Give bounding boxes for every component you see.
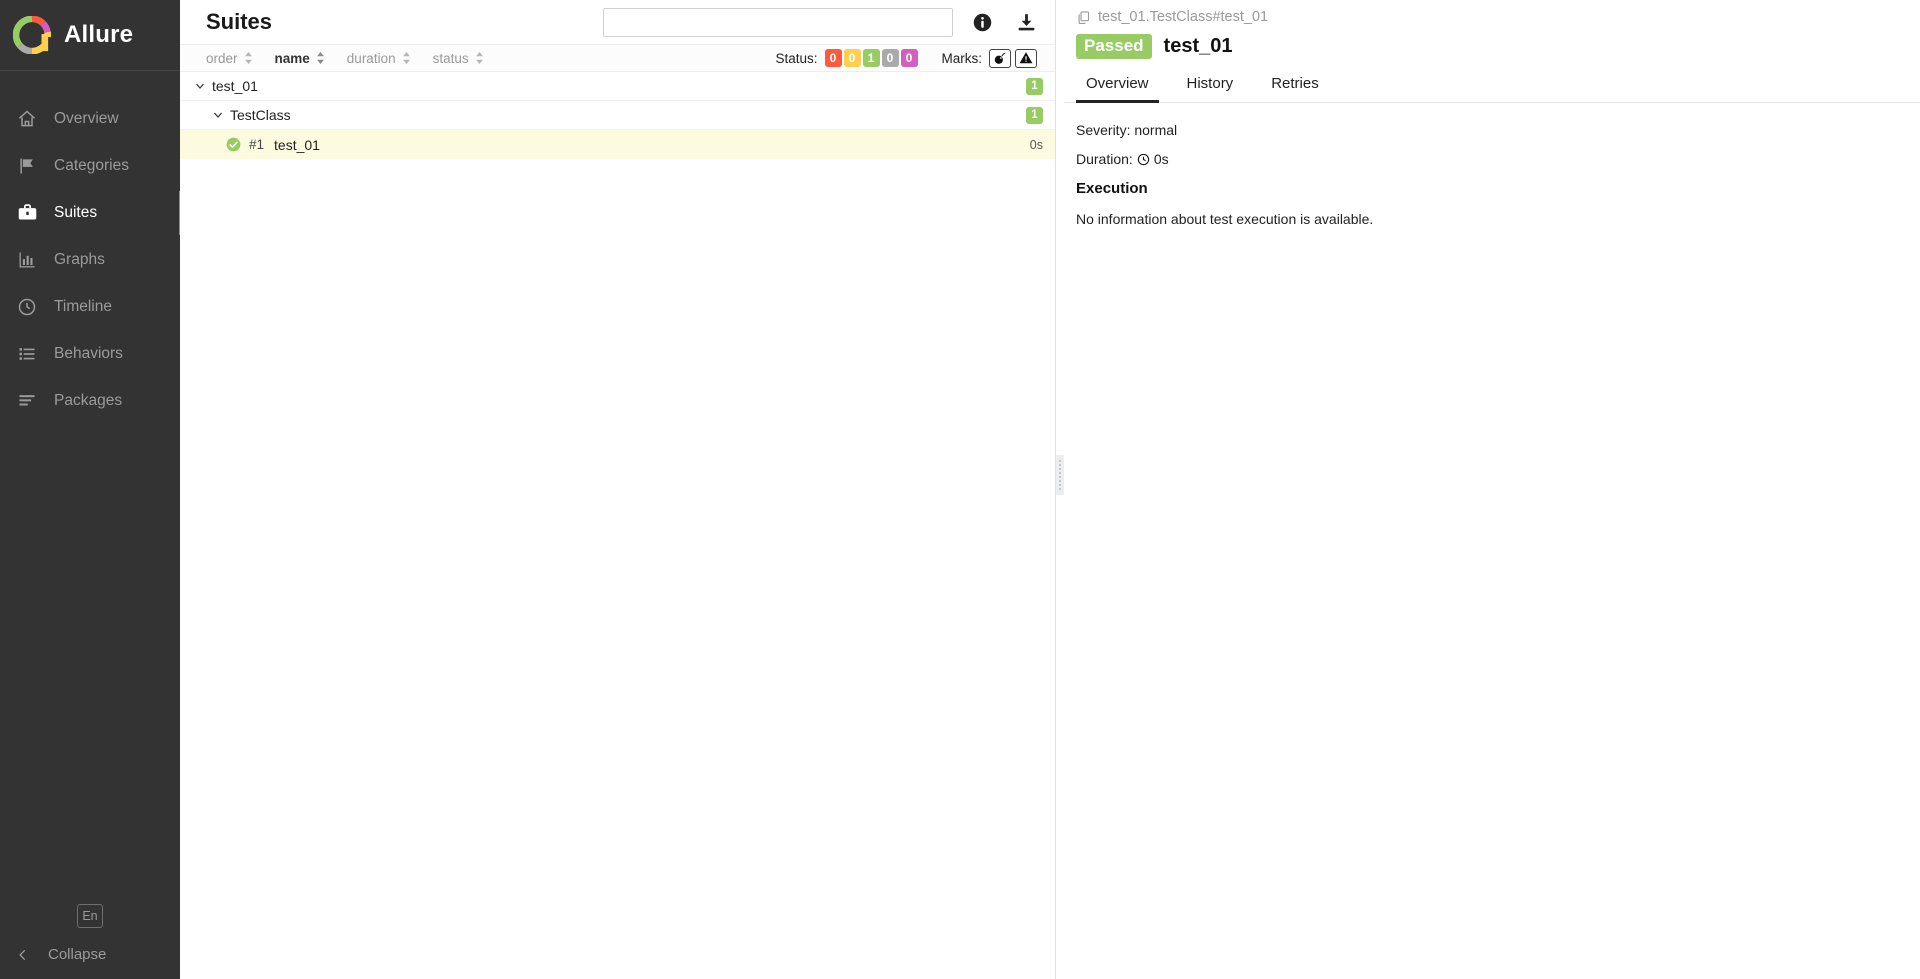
tree-row-label: test_01: [274, 136, 320, 153]
chevron-left-icon: [16, 948, 30, 962]
sidebar-item-categories[interactable]: Categories: [0, 142, 180, 189]
test-case-number: #1: [249, 137, 265, 152]
test-details-panel: test_01.TestClass#test_01 Passed test_01…: [1064, 0, 1920, 979]
language-button[interactable]: En: [77, 904, 103, 928]
tab-retries[interactable]: Retries: [1261, 71, 1329, 103]
sidebar-item-label: Overview: [54, 109, 119, 127]
sort-by-order[interactable]: order: [206, 51, 253, 66]
clock-icon: [1137, 153, 1150, 166]
panel-header: Suites: [180, 0, 1055, 44]
sort-by-name[interactable]: name: [275, 51, 325, 66]
sidebar: Allure Overview Categories Suites Graphs…: [0, 0, 182, 979]
sidebar-item-suites[interactable]: Suites: [0, 189, 182, 236]
flaky-bomb-icon[interactable]: [989, 48, 1011, 68]
tree-row-duration: 0s: [1029, 137, 1043, 152]
collapse-button[interactable]: Collapse: [0, 946, 180, 963]
home-icon: [14, 106, 40, 132]
tree-row-label: test_01: [212, 78, 258, 94]
page-title: Suites: [206, 9, 273, 34]
splitter-grip-icon: [1056, 455, 1064, 495]
test-title: test_01: [1163, 35, 1233, 57]
breadcrumb[interactable]: test_01.TestClass#test_01: [1064, 0, 1920, 25]
sidebar-item-overview[interactable]: Overview: [0, 95, 180, 142]
tree-row[interactable]: #1 test_01 0s: [180, 130, 1055, 159]
marks-filter-group: Marks:: [941, 48, 1042, 68]
sidebar-item-label: Suites: [54, 203, 98, 221]
sort-arrows-icon: [316, 52, 325, 64]
sidebar-item-graphs[interactable]: Graphs: [0, 236, 180, 283]
tree-row-count-badge: 1: [1026, 77, 1043, 95]
clock-icon: [14, 294, 40, 320]
duration-label: Duration:: [1076, 151, 1133, 167]
chevron-down-icon: [194, 80, 206, 92]
sidebar-footer: En Collapse: [0, 904, 180, 979]
warning-triangle-icon[interactable]: [1015, 48, 1037, 68]
sidebar-item-label: Behaviors: [54, 344, 123, 362]
allure-donut-logo-icon: [13, 16, 51, 54]
status-chip-unknown[interactable]: 0: [900, 49, 918, 67]
sort-arrows-icon: [402, 52, 411, 64]
search-input[interactable]: [603, 7, 953, 37]
header-actions: [603, 7, 1041, 37]
status-chip-broken[interactable]: 0: [843, 49, 861, 67]
tree-row-count-badge: 1: [1026, 106, 1043, 124]
layers-icon: [14, 388, 40, 414]
sort-label: duration: [346, 50, 396, 66]
sort-by-duration[interactable]: duration: [347, 51, 411, 66]
sidebar-item-label: Graphs: [54, 250, 105, 268]
sort-label: name: [274, 50, 310, 66]
panel-splitter[interactable]: [1056, 0, 1064, 979]
marks-filter-label: Marks:: [941, 50, 983, 66]
info-icon[interactable]: [967, 7, 997, 37]
duration-line: Duration: 0s: [1076, 151, 1920, 167]
severity-line: Severity: normal: [1076, 122, 1178, 138]
duration-value: 0s: [1153, 151, 1169, 167]
sidebar-item-label: Packages: [54, 391, 123, 409]
tree-row[interactable]: test_01 1: [180, 72, 1055, 101]
status-chip-failed[interactable]: 0: [824, 49, 842, 67]
suites-tree: test_01 1 TestClass 1 #1 test_01 0s: [180, 72, 1055, 979]
passed-check-icon: [226, 137, 241, 152]
download-icon[interactable]: [1011, 7, 1041, 37]
sort-and-filter-bar: order name duration status Status: 0 0 1…: [180, 44, 1055, 72]
tab-overview[interactable]: Overview: [1076, 71, 1159, 103]
status-filter-label: Status:: [775, 50, 818, 66]
suites-panel: Suites order name duration status Status…: [180, 0, 1056, 979]
list-icon: [14, 341, 40, 367]
sidebar-item-packages[interactable]: Packages: [0, 377, 180, 424]
sidebar-item-behaviors[interactable]: Behaviors: [0, 330, 180, 377]
details-tabs: Overview History Retries: [1064, 71, 1920, 103]
status-badge: Passed: [1076, 34, 1152, 59]
status-chip-passed[interactable]: 1: [862, 49, 880, 67]
sidebar-item-label: Categories: [54, 156, 129, 174]
sort-arrows-icon: [244, 52, 253, 64]
sidebar-item-label: Timeline: [54, 297, 112, 315]
sort-label: status: [432, 50, 469, 66]
sort-by-status[interactable]: status: [433, 51, 484, 66]
tree-row-label: TestClass: [230, 107, 291, 123]
tab-history[interactable]: History: [1177, 71, 1244, 103]
suitcase-icon: [14, 200, 40, 226]
collapse-label: Collapse: [48, 946, 107, 963]
status-chip-skipped[interactable]: 0: [881, 49, 899, 67]
copy-icon[interactable]: [1076, 10, 1091, 25]
tree-row[interactable]: TestClass 1: [180, 101, 1055, 130]
execution-section-title: Execution: [1076, 180, 1148, 197]
chevron-down-icon: [212, 109, 224, 121]
sidebar-item-timeline[interactable]: Timeline: [0, 283, 180, 330]
filters: Status: 0 0 1 0 0 Marks:: [775, 48, 1042, 68]
test-title-row: Passed test_01: [1064, 25, 1920, 59]
execution-note: No information about test execution is a…: [1076, 211, 1374, 227]
sort-label: order: [206, 50, 238, 66]
breadcrumb-text: test_01.TestClass#test_01: [1098, 9, 1269, 25]
sort-arrows-icon: [475, 52, 484, 64]
brand-name: Allure: [64, 21, 134, 48]
details-body: Severity: normal Duration: 0s Execution …: [1064, 103, 1920, 227]
flag-icon: [14, 153, 40, 179]
bar-chart-icon: [14, 247, 40, 273]
brand-header[interactable]: Allure: [0, 0, 180, 71]
allure-report-app: Allure Overview Categories Suites Graphs…: [0, 0, 1920, 979]
sidebar-nav: Overview Categories Suites Graphs Timeli…: [0, 95, 182, 424]
